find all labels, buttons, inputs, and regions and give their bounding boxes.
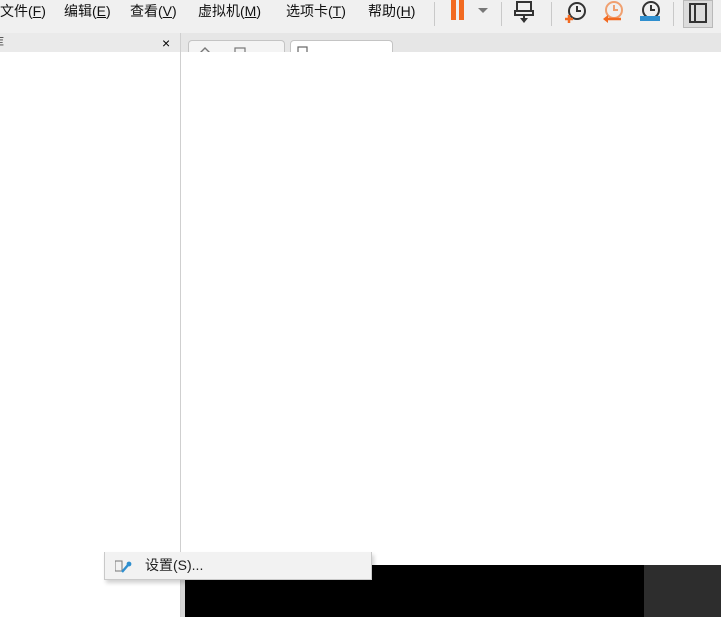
menu-help-label: 帮助( <box>368 3 401 19</box>
snapshot-revert-icon[interactable] <box>601 0 625 24</box>
toolbar-separator <box>434 2 435 26</box>
menu-view[interactable]: 查看(V) <box>130 0 177 22</box>
menu-view-mnemonic: V <box>162 3 173 19</box>
menu-view-label: 查看( <box>130 3 163 19</box>
menu-bar: 文件(F) 编辑(E) 查看(V) 虚拟机(M) 选项卡(T) 帮助(H) <box>0 0 721 34</box>
library-divider[interactable] <box>180 33 181 617</box>
menu-file-mnemonic: F <box>32 3 42 19</box>
context-menu: 设置(S)... <box>104 552 372 580</box>
menu-edit-label: 编辑( <box>64 3 97 19</box>
dropdown-arrow-icon[interactable] <box>476 0 490 24</box>
library-header <box>0 33 180 52</box>
menu-vm[interactable]: 虚拟机(M) <box>198 0 261 22</box>
view-layout-button[interactable] <box>683 0 713 28</box>
context-menu-item-settings[interactable]: 设置(S)... <box>145 558 203 572</box>
menu-vm-paren: ) <box>256 3 262 19</box>
toolbar-separator <box>551 2 552 26</box>
library-close-button[interactable]: × <box>162 36 170 50</box>
menu-file-label: 文件( <box>0 3 33 19</box>
pause-icon[interactable] <box>449 0 473 24</box>
toolbar-separator <box>673 2 674 26</box>
menu-tabs-label: 选项卡( <box>286 3 333 19</box>
menu-tabs-paren: ) <box>341 3 346 19</box>
menu-help[interactable]: 帮助(H) <box>368 0 415 22</box>
snapshot-take-icon[interactable] <box>564 0 588 24</box>
menu-edit-mnemonic: E <box>96 3 107 19</box>
menu-file[interactable]: 文件(F) <box>0 0 46 22</box>
menu-edit[interactable]: 编辑(E) <box>64 0 111 22</box>
view-layout-icon <box>689 3 707 23</box>
menu-tabs-mnemonic: T <box>332 3 342 19</box>
menu-vm-mnemonic: M <box>244 3 257 19</box>
menu-tabs[interactable]: 选项卡(T) <box>286 0 346 22</box>
menu-view-paren: ) <box>172 3 177 19</box>
toolbar-separator <box>501 2 502 26</box>
main-content-area <box>0 52 721 565</box>
menu-edit-paren: ) <box>106 3 111 19</box>
library-title: 库 <box>0 36 4 48</box>
settings-wrench-icon <box>114 559 133 575</box>
vm-console-margin <box>644 565 721 617</box>
menu-vm-label: 虚拟机( <box>198 3 245 19</box>
snapshot-manager-icon[interactable] <box>638 0 662 24</box>
menu-file-paren: ) <box>41 3 46 19</box>
send-ctrl-alt-del-icon[interactable] <box>514 0 538 24</box>
menu-help-mnemonic: H <box>400 3 411 19</box>
menu-help-paren: ) <box>410 3 416 19</box>
